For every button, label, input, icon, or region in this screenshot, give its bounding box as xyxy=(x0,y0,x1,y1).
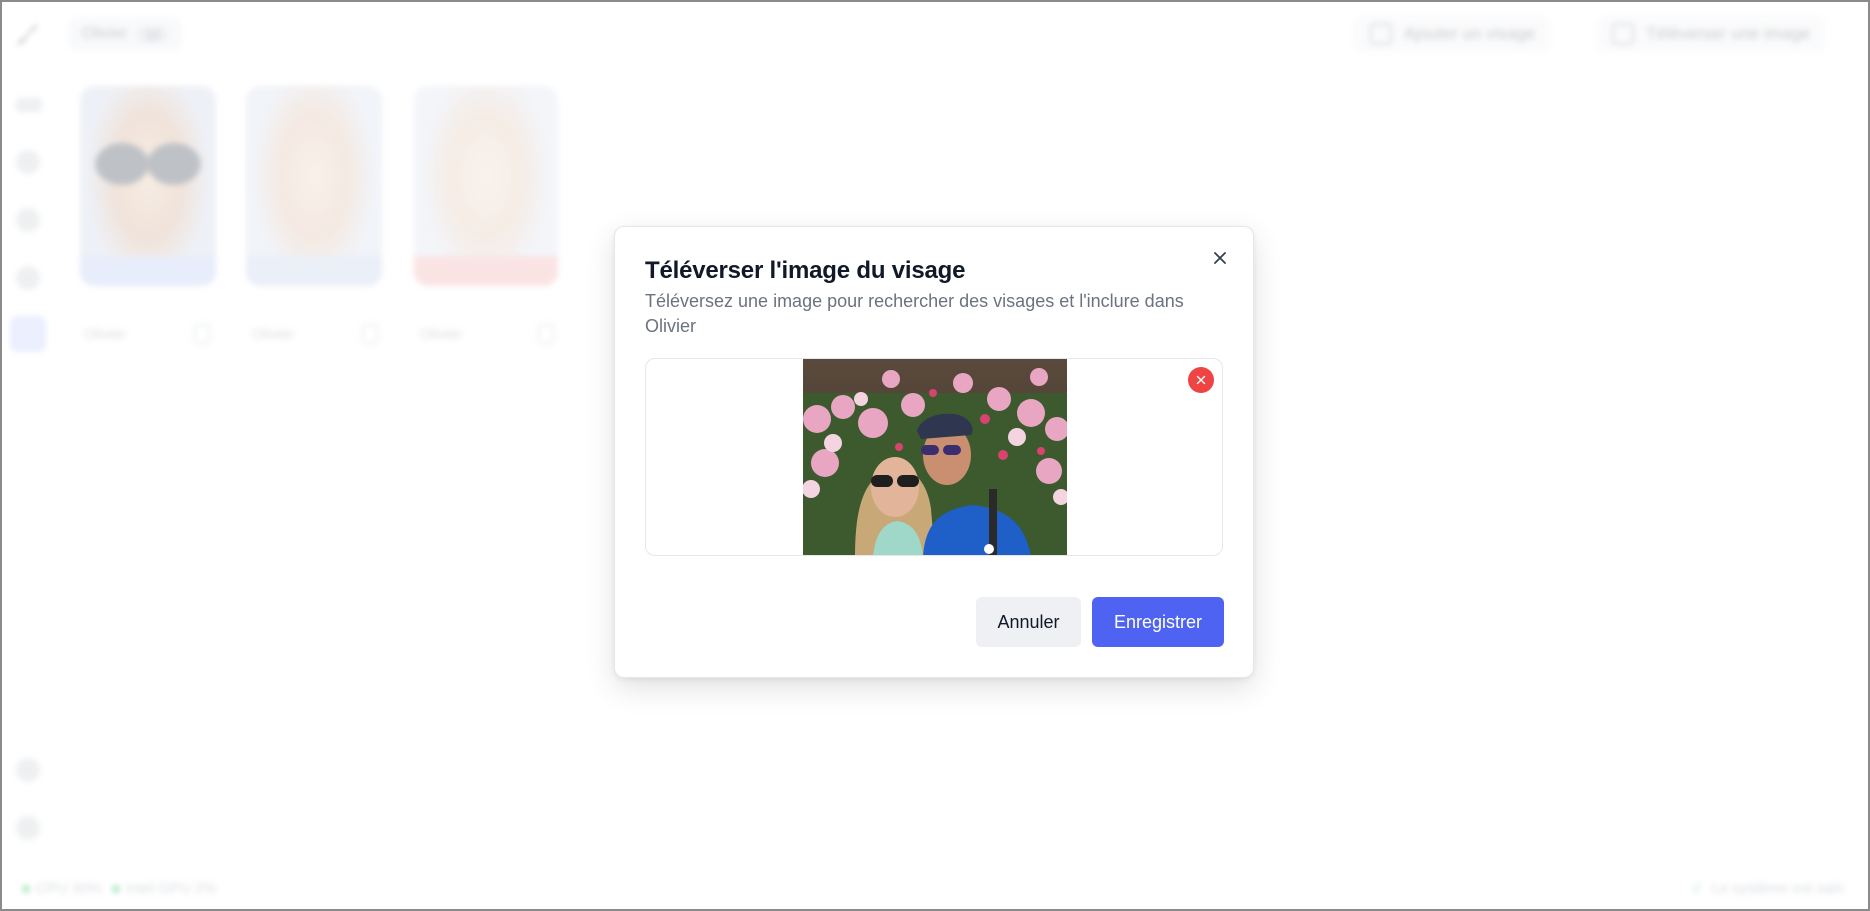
save-button[interactable]: Enregistrer xyxy=(1092,597,1224,647)
image-dropzone[interactable] xyxy=(645,358,1223,556)
dialog-title: Téléverser l'image du visage xyxy=(645,257,966,284)
image-preview xyxy=(803,359,1067,555)
selfie-photo xyxy=(803,359,1067,555)
remove-image-button[interactable] xyxy=(1188,367,1214,393)
cancel-button[interactable]: Annuler xyxy=(976,597,1081,647)
close-button[interactable] xyxy=(1207,245,1233,271)
close-icon xyxy=(1196,375,1206,385)
dialog-description: Téléversez une image pour rechercher des… xyxy=(645,291,1184,336)
upload-face-dialog: Téléverser l'image du visage Téléversez … xyxy=(614,226,1254,678)
close-icon xyxy=(1214,252,1226,264)
